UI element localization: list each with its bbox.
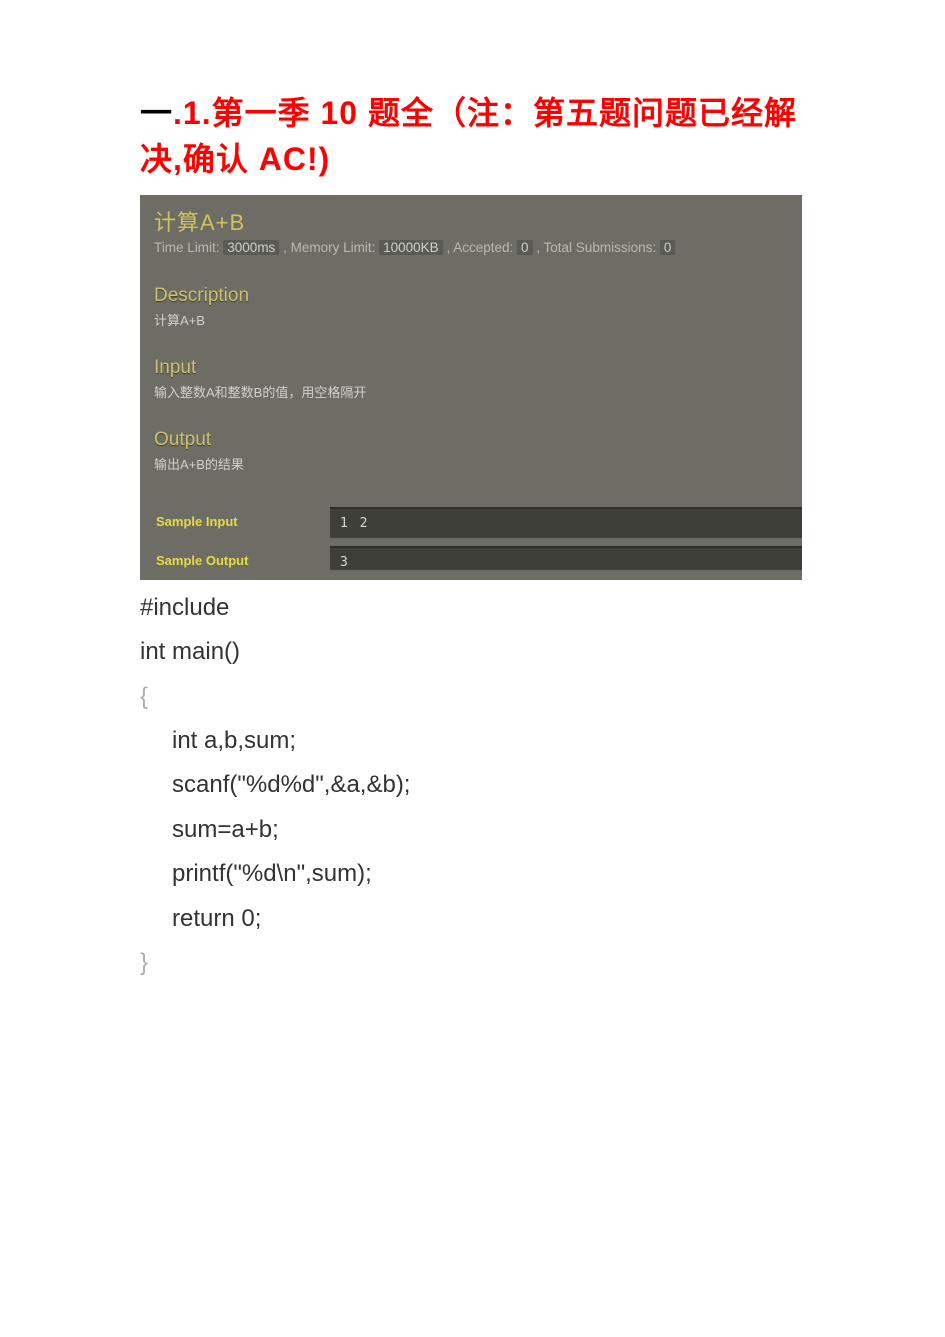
output-heading: Output xyxy=(154,429,788,451)
input-heading: Input xyxy=(154,357,788,379)
description-body: 计算A+B xyxy=(154,310,788,329)
document-title: 一.1.第一季 10 题全（注：第五题问题已经解决,确认 AC!) xyxy=(140,90,835,183)
submissions-value: 0 xyxy=(660,240,676,255)
sample-table: Sample Input 1 2 Sample Output 3 xyxy=(140,507,802,570)
input-body: 输入整数A和整数B的值，用空格隔开 xyxy=(154,382,788,401)
time-limit-value: 3000ms xyxy=(223,240,279,255)
output-body: 输出A+B的结果 xyxy=(154,454,788,473)
code-line: return 0; xyxy=(140,897,835,941)
sample-input-value: 1 2 xyxy=(330,507,802,538)
code-line: sum=a+b; xyxy=(140,808,835,852)
submissions-label: , Total Submissions: xyxy=(536,240,656,255)
code-line: } xyxy=(140,941,835,985)
problem-meta: Time Limit: 3000ms , Memory Limit: 10000… xyxy=(154,240,788,255)
code-line: int a,b,sum; xyxy=(140,719,835,763)
code-line: #include xyxy=(140,586,835,630)
code-line: { xyxy=(140,675,835,719)
title-prefix: 一 xyxy=(140,95,173,131)
sample-output-value: 3 xyxy=(330,546,802,570)
memory-limit-value: 10000KB xyxy=(379,240,443,255)
time-limit-label: Time Limit: xyxy=(154,240,220,255)
title-remainder: .1.第一季 10 题全（注：第五题问题已经解决,确认 AC!) xyxy=(140,95,797,177)
sample-output-label: Sample Output xyxy=(140,546,330,570)
code-line: int main() xyxy=(140,630,835,674)
code-line: scanf("%d%d",&a,&b); xyxy=(140,763,835,807)
code-line: printf("%d\n",sum); xyxy=(140,852,835,896)
code-listing: #include int main() { int a,b,sum; scanf… xyxy=(140,586,835,986)
memory-limit-label: , Memory Limit: xyxy=(283,240,375,255)
problem-title: 计算A+B xyxy=(154,205,788,237)
problem-panel: 计算A+B Time Limit: 3000ms , Memory Limit:… xyxy=(140,195,802,580)
accepted-label: , Accepted: xyxy=(446,240,513,255)
accepted-value: 0 xyxy=(517,240,533,255)
description-heading: Description xyxy=(154,285,788,307)
sample-input-label: Sample Input xyxy=(140,507,330,538)
